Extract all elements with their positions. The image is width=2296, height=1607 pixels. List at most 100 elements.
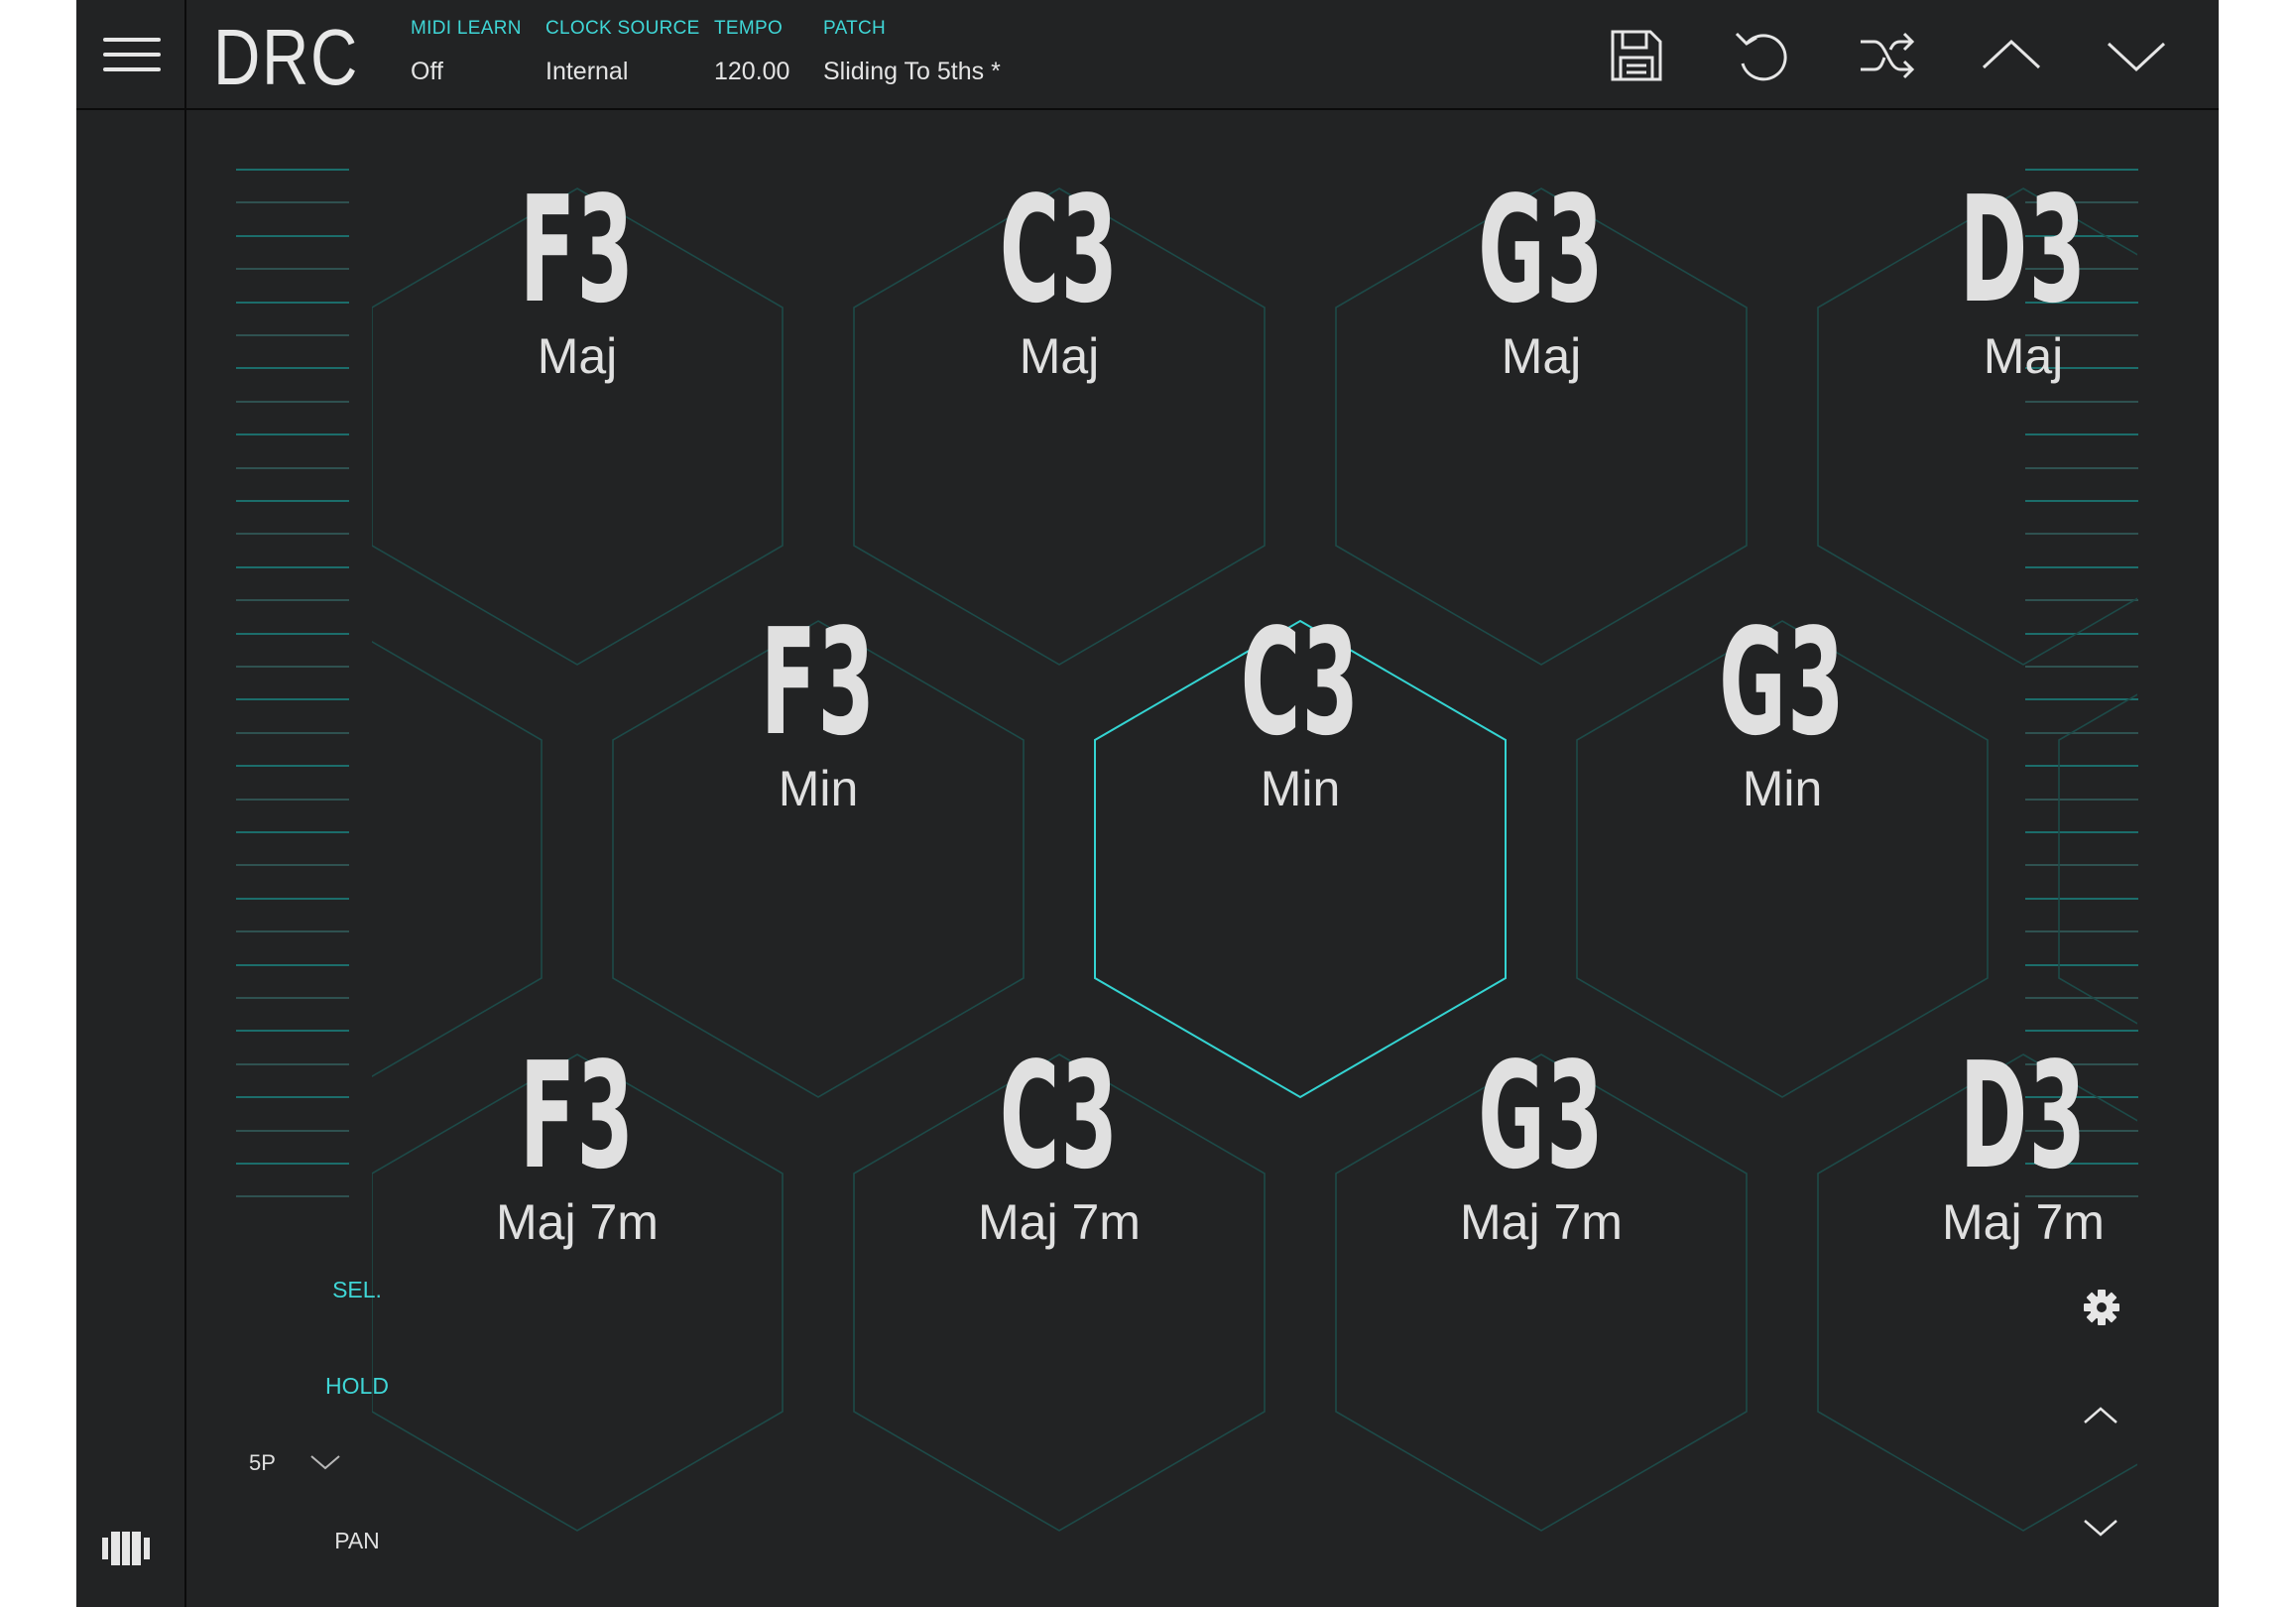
tempo-value: 120.00 [714, 58, 790, 85]
patch-param[interactable]: PATCH Sliding To 5ths * [823, 18, 1001, 86]
meter-tick [236, 301, 349, 304]
meter-tick [236, 997, 349, 999]
chord-pad[interactable]: F3 Maj [372, 177, 783, 546]
midi-learn-value: Off [411, 58, 443, 85]
chord-pad[interactable]: G3 Maj 7m [1336, 1043, 1747, 1412]
select-button[interactable]: SEL. [298, 1277, 417, 1303]
pad-note: C3 [999, 1031, 1120, 1201]
chord-pad[interactable]: D3 Maj 7m [1818, 1043, 2137, 1412]
pad-note: F3 [760, 597, 877, 768]
pad-note: G3 [1478, 165, 1605, 335]
pad-note: D3 [1959, 165, 2088, 335]
chord-pad-grid: F3 Maj C3 Maj G3 Maj D3 Maj F3 Min C3 Mi… [372, 149, 2137, 1577]
chevron-down-icon[interactable] [2101, 20, 2172, 91]
midi-learn-param[interactable]: MIDI LEARN Off [411, 18, 522, 86]
meter-tick [236, 433, 349, 436]
hex-outline [2058, 693, 2137, 1025]
meter-tick [236, 1129, 349, 1132]
pad-quality: Maj 7m [496, 1194, 659, 1250]
octave-up-icon[interactable] [2079, 1401, 2122, 1430]
meter-tick [236, 1062, 349, 1065]
meter-tick [236, 334, 349, 336]
tempo-label: TEMPO [714, 18, 784, 39]
pad-quality: Min [1260, 761, 1341, 816]
app-logo: DRC [213, 13, 360, 101]
gear-icon[interactable] [2080, 1286, 2123, 1329]
voicing-select[interactable]: 5P [249, 1450, 378, 1476]
meter-tick [236, 798, 349, 801]
pad-quality: Maj [1501, 328, 1582, 384]
pad-quality: Min [1742, 761, 1823, 816]
top-bar: DRC MIDI LEARN Off CLOCK SOURCE Internal… [76, 0, 2219, 110]
meter-tick [236, 897, 349, 900]
pad-quality: Min [778, 761, 859, 816]
shuffle-icon[interactable] [1851, 20, 1922, 91]
chord-pad[interactable]: F3 Maj 7m [372, 1043, 783, 1412]
pad-quality: Maj [1983, 328, 2064, 384]
pad-quality: Maj 7m [1942, 1194, 2105, 1250]
meter-tick [236, 930, 349, 933]
meter-tick [236, 400, 349, 403]
left-rail [76, 0, 186, 1607]
pad-quality: Maj [1019, 328, 1100, 384]
undo-icon[interactable] [1725, 20, 1796, 91]
pad-note: C3 [1240, 597, 1361, 768]
meter-tick [236, 500, 349, 502]
clock-source-value: Internal [545, 58, 629, 85]
hold-button[interactable]: HOLD [298, 1373, 417, 1400]
patch-value: Sliding To 5ths * [823, 58, 1001, 85]
meter-tick [236, 234, 349, 237]
meter-tick [236, 1030, 349, 1033]
patch-label: PATCH [823, 18, 887, 39]
clock-source-label: CLOCK SOURCE [545, 18, 700, 39]
meter-tick [236, 565, 349, 568]
meter-tick [236, 201, 349, 204]
pad-note: F3 [519, 165, 636, 335]
meter-tick [236, 731, 349, 734]
midi-learn-label: MIDI LEARN [411, 18, 522, 39]
chevron-down-icon [310, 1455, 340, 1470]
meter-tick [236, 632, 349, 635]
chord-pad-selected[interactable]: C3 Min [1095, 609, 1506, 978]
tempo-param[interactable]: TEMPO 120.00 [714, 18, 789, 86]
meter-tick [236, 765, 349, 768]
chord-pad[interactable]: D3 Maj [1818, 177, 2137, 546]
meter-tick [236, 831, 349, 833]
chevron-up-icon[interactable] [1976, 20, 2047, 91]
pad-note: F3 [519, 1031, 636, 1201]
pan-button[interactable]: PAN [298, 1528, 417, 1554]
pad-quality: Maj 7m [1460, 1194, 1623, 1250]
meter-tick [236, 1163, 349, 1165]
meter-tick [236, 466, 349, 469]
pad-note: G3 [1719, 597, 1846, 768]
save-icon[interactable] [1601, 20, 1672, 91]
chord-pad[interactable]: C3 Maj 7m [854, 1043, 1265, 1412]
pad-note: C3 [999, 165, 1120, 335]
chord-pad[interactable]: C3 Maj [854, 177, 1265, 546]
left-level-meter[interactable] [236, 169, 349, 1220]
pad-quality: Maj 7m [978, 1194, 1141, 1250]
meter-tick [236, 963, 349, 966]
pad-quality: Maj [537, 328, 618, 384]
voicing-select-value: 5P [249, 1450, 276, 1475]
octave-down-icon[interactable] [2079, 1513, 2122, 1543]
chord-pad[interactable]: F3 Min [613, 609, 1024, 978]
chord-pad[interactable]: G3 Min [1577, 609, 1988, 978]
pad-note: G3 [1478, 1031, 1605, 1201]
meter-tick [236, 864, 349, 867]
chord-pad[interactable]: G3 Maj [1336, 177, 1747, 546]
keyboard-view-icon[interactable] [102, 1532, 150, 1565]
app-window: DRC MIDI LEARN Off CLOCK SOURCE Internal… [76, 0, 2219, 1607]
meter-tick [236, 1195, 349, 1198]
meter-tick [236, 533, 349, 536]
hex-outline [372, 640, 543, 1078]
meter-tick [236, 599, 349, 602]
meter-tick [236, 698, 349, 701]
meter-tick [236, 367, 349, 370]
meter-tick [236, 268, 349, 271]
pad-note: D3 [1959, 1031, 2088, 1201]
meter-tick [236, 1096, 349, 1099]
meter-tick [236, 169, 349, 171]
clock-source-param[interactable]: CLOCK SOURCE Internal [545, 18, 700, 86]
meter-tick [236, 666, 349, 668]
